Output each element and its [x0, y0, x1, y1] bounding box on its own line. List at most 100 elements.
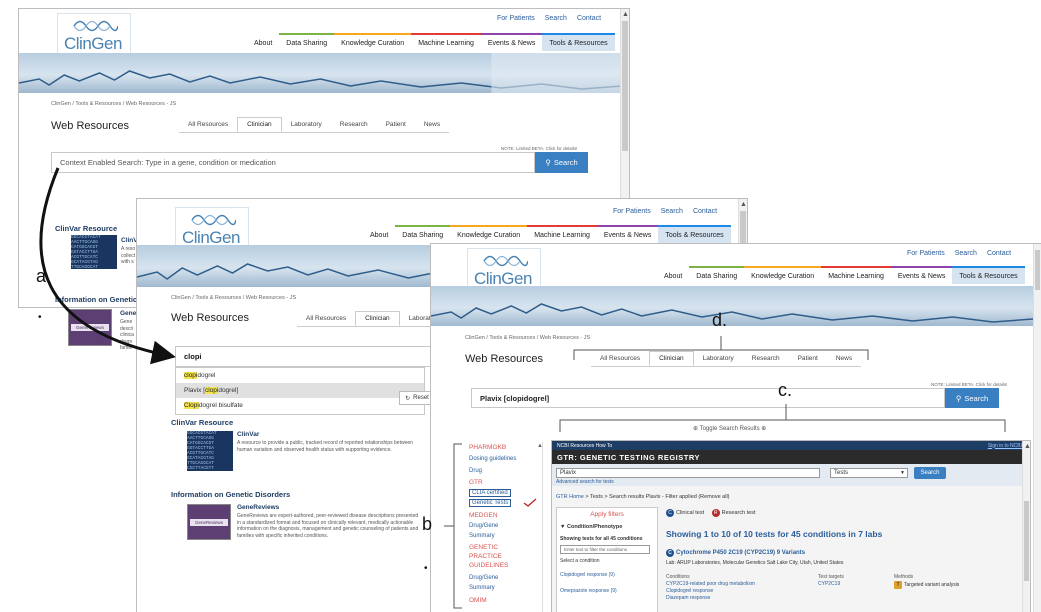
sp-summary-1[interactable]: Summary	[469, 533, 495, 539]
search-button[interactable]: ⚲ Search	[535, 152, 588, 173]
condition-link-2[interactable]: Clopidogrel response	[666, 588, 713, 594]
sign-in-link[interactable]: Sign in to NCBI	[988, 443, 1022, 449]
ncbi-top-bar: NCBI Resources How To Sign in to NCBI	[552, 441, 1030, 450]
sp-dosing-guidelines[interactable]: Dosing guidelines	[469, 456, 516, 462]
autocomplete-option[interactable]: Clopi dogrel bisulfate	[176, 398, 424, 413]
link-search[interactable]: Search	[545, 15, 567, 22]
beta-note[interactable]: NOTE: Limited BETA. Click for details!	[501, 146, 577, 151]
gtr-advanced-link[interactable]: Advanced search for tests	[556, 479, 614, 485]
nav-events-news[interactable]: Events & News	[596, 225, 659, 243]
sp-drug-gene-2[interactable]: Drug/Gene	[469, 575, 498, 581]
tab-all-resources[interactable]: All Resources	[179, 117, 237, 132]
search-input-3[interactable]: Plavix [clopidogrel]	[471, 388, 945, 408]
gtr-scrollbar[interactable]: ▲	[1022, 441, 1030, 612]
nav-data-sharing[interactable]: Data Sharing	[689, 266, 745, 284]
nav-data-sharing[interactable]: Data Sharing	[279, 33, 335, 51]
tab-patient[interactable]: Patient	[789, 351, 827, 366]
gtr-filter-panel: Apply filters ▼ Condition/Phenotype Show…	[556, 507, 658, 612]
link-contact[interactable]: Contact	[987, 250, 1011, 257]
result-title-link[interactable]: C Cytochrome P450 2C19 (CYP2C19) 9 Varian…	[666, 549, 805, 557]
target-link[interactable]: CYP2C19	[818, 581, 840, 587]
condition-link-1[interactable]: CYP2C19-related poor drug metabolism	[666, 581, 755, 587]
sp-clia-certified[interactable]: CLIA certified	[469, 489, 511, 497]
genereviews-thumbnail-1[interactable]: GeneReviews	[68, 309, 112, 346]
gtr-query-input[interactable]: Plavix	[556, 468, 820, 478]
sp-genetic[interactable]: GENETIC	[469, 544, 498, 551]
clinvar-thumbnail-2[interactable]: GGCACGTACAT AACTTGCAGG CATGGCACGT GGTACCTTG…	[187, 431, 233, 471]
sp-practice[interactable]: PRACTICE	[469, 553, 502, 560]
sp-gtr[interactable]: GTR	[469, 479, 483, 486]
sp-drug[interactable]: Drug	[469, 468, 482, 474]
link-for-patients[interactable]: For Patients	[613, 208, 651, 215]
gtr-search-button[interactable]: Search	[914, 467, 946, 479]
link-contact[interactable]: Contact	[577, 15, 601, 22]
tab-research[interactable]: Research	[743, 351, 789, 366]
nav-events-news[interactable]: Events & News	[480, 33, 543, 51]
nav-machine-learning[interactable]: Machine Learning	[821, 266, 891, 284]
tab-laboratory[interactable]: Laboratory	[282, 117, 331, 132]
scroll-up-icon[interactable]: ▲	[622, 11, 629, 18]
clinvar-link-2[interactable]: ClinVar	[237, 431, 259, 438]
sp-genetic-tests[interactable]: Genetic Tests	[469, 499, 512, 507]
nav-tools-resources[interactable]: Tools & Resources	[542, 33, 615, 51]
sp-medgen[interactable]: MEDGEN	[469, 512, 498, 519]
condition-filter-input[interactable]: Enter text to filter the conditions	[560, 545, 650, 554]
search-input[interactable]: Context Enabled Search: Type in a gene, …	[51, 152, 535, 173]
gtr-scope-select[interactable]: Tests ▼	[830, 468, 908, 478]
tab-clinician[interactable]: Clinician	[649, 351, 694, 366]
nav-knowledge-curation[interactable]: Knowledge Curation	[450, 225, 528, 243]
sp-guidelines[interactable]: GUIDELINES	[469, 562, 508, 569]
condition-option-clopidogrel[interactable]: Clopidogrel response (9)	[560, 572, 615, 578]
nav-about[interactable]: About	[247, 33, 279, 51]
nav-events-news[interactable]: Events & News	[890, 266, 953, 284]
link-search[interactable]: Search	[955, 250, 977, 257]
link-search[interactable]: Search	[661, 208, 683, 215]
reset-icon: ↻	[405, 395, 411, 402]
link-for-patients[interactable]: For Patients	[907, 250, 945, 257]
condition-phenotype-header[interactable]: ▼ Condition/Phenotype	[560, 524, 622, 530]
clinvar-thumbnail[interactable]: GGCACGTACAT AACTTGCAGG CATGGCACGT GGTACCTTG…	[71, 235, 117, 269]
tab-news[interactable]: News	[415, 117, 449, 132]
toggle-search-results[interactable]: ⊕ Toggle Search Results ⊕	[693, 425, 766, 432]
autocomplete-option[interactable]: clopi dogrel	[176, 368, 424, 383]
sp-omim[interactable]: OMIM	[469, 597, 487, 604]
tab-laboratory[interactable]: Laboratory	[694, 351, 743, 366]
autocomplete-option-selected[interactable]: Plavix [clopi dogrel]	[176, 383, 424, 398]
nav-knowledge-curation[interactable]: Knowledge Curation	[744, 266, 822, 284]
tab-research[interactable]: Research	[331, 117, 377, 132]
nav-data-sharing[interactable]: Data Sharing	[395, 225, 451, 243]
tab-all-resources[interactable]: All Resources	[297, 311, 355, 326]
search-input-2[interactable]: clopi	[175, 346, 435, 367]
collapse-icon[interactable]: ▲	[537, 443, 543, 449]
nav-about[interactable]: About	[363, 225, 395, 243]
breadcrumb: ClinGen / Tools & Resources / Web Resour…	[51, 101, 177, 107]
nav-tools-resources[interactable]: Tools & Resources	[658, 225, 731, 243]
nav-machine-learning[interactable]: Machine Learning	[527, 225, 597, 243]
genereviews-link-2[interactable]: GeneReviews	[237, 504, 279, 511]
tab-all-resources[interactable]: All Resources	[591, 351, 649, 366]
link-contact[interactable]: Contact	[693, 208, 717, 215]
nav-machine-learning[interactable]: Machine Learning	[411, 33, 481, 51]
genereviews-link-1[interactable]: Gene	[120, 310, 136, 317]
gtr-home-link[interactable]: GTR Home	[556, 494, 584, 500]
sp-drug-gene-1[interactable]: Drug/Gene	[469, 523, 498, 529]
scroll-up-icon[interactable]: ▲	[1024, 443, 1030, 450]
genereviews-thumbnail-2[interactable]: GeneReviews	[187, 504, 231, 540]
tab-clinician[interactable]: Clinician	[355, 311, 400, 326]
nav-about[interactable]: About	[657, 266, 689, 284]
link-for-patients[interactable]: For Patients	[497, 15, 535, 22]
condition-link-3[interactable]: Diazepam response	[666, 595, 710, 601]
tab-news[interactable]: News	[827, 351, 861, 366]
beta-note-3[interactable]: NOTE: Limited BETA. Click for details!	[931, 382, 1007, 387]
sp-pharmgkb[interactable]: PHARMGKB	[469, 444, 506, 451]
scrollbar-3[interactable]	[1033, 244, 1041, 612]
ncbi-links[interactable]: NCBI Resources How To	[557, 443, 612, 449]
sp-summary-2[interactable]: Summary	[469, 585, 495, 591]
tab-clinician[interactable]: Clinician	[237, 117, 282, 132]
search-button-3[interactable]: ⚲ Search	[945, 388, 999, 408]
nav-tools-resources[interactable]: Tools & Resources	[952, 266, 1025, 284]
condition-option-omeprazole[interactable]: Omeprazole response (9)	[560, 588, 617, 594]
scroll-up-icon[interactable]: ▲	[740, 201, 747, 208]
nav-knowledge-curation[interactable]: Knowledge Curation	[334, 33, 412, 51]
tab-patient[interactable]: Patient	[377, 117, 415, 132]
